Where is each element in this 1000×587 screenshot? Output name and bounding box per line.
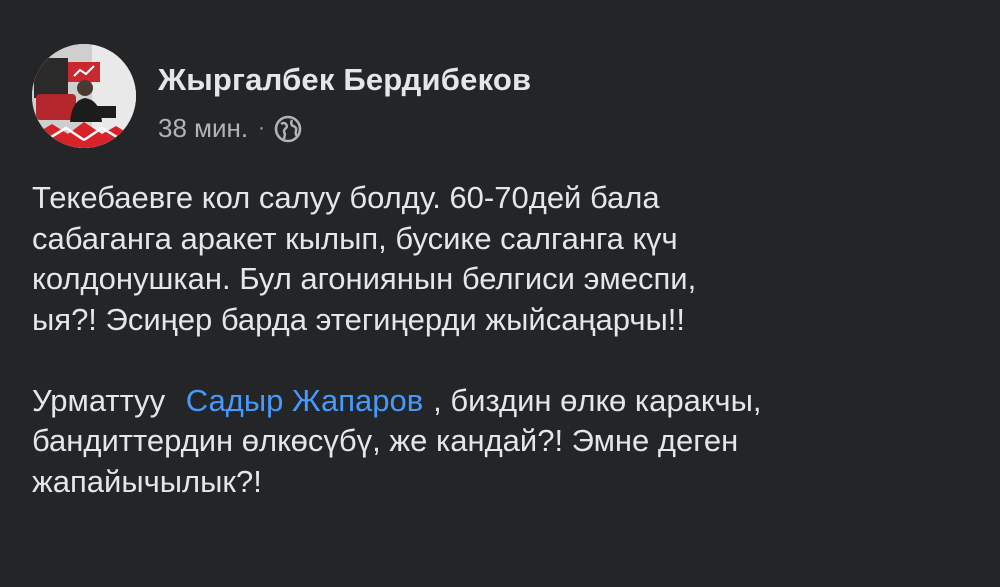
post-timestamp[interactable]: 38 мин. xyxy=(158,113,248,144)
text-fragment: , биздин өлкө каракчы, xyxy=(433,382,762,418)
text-line: Текебаевге кол салуу болду. 60-70дей бал… xyxy=(32,180,660,215)
text-line-with-mention: Урматтуу Садыр Жапаров , биздин өлкө кара… xyxy=(32,381,982,422)
text-line: сабаганга аракет кылып, бусике салганга … xyxy=(32,220,678,256)
post-paragraph: Урматтуу Садыр Жапаров , биздин өлкө кара… xyxy=(32,381,982,503)
post-paragraph: Текебаевге кол салуу болду. 60-70дей бал… xyxy=(32,178,982,340)
author-avatar[interactable] xyxy=(32,44,136,148)
post-body: Текебаевге кол салуу болду. 60-70дей бал… xyxy=(32,178,982,502)
author-name-link[interactable]: Жыргалбек Бердибеков xyxy=(158,62,531,98)
text-line: жапайычылык?! xyxy=(32,463,262,499)
text-fragment: Урматтуу xyxy=(32,382,174,418)
globe-icon[interactable] xyxy=(274,115,302,143)
post-meta: 38 мин. · xyxy=(158,113,302,144)
text-line: бандиттердин өлкөсүбү, же кандай?! Эмне … xyxy=(32,423,739,458)
facebook-post: Жыргалбек Бердибеков 38 мин. · Текебаевг… xyxy=(0,0,1000,587)
text-line: ыя?! Эсиңер барда этегиңерди жыйсаңарчы!… xyxy=(32,301,686,337)
mention-link[interactable]: Садыр Жапаров xyxy=(186,383,423,418)
text-line: колдонушкан. Бул агониянын белгиси эмесп… xyxy=(32,261,697,296)
meta-separator: · xyxy=(258,117,265,139)
avatar-photo xyxy=(32,44,136,148)
